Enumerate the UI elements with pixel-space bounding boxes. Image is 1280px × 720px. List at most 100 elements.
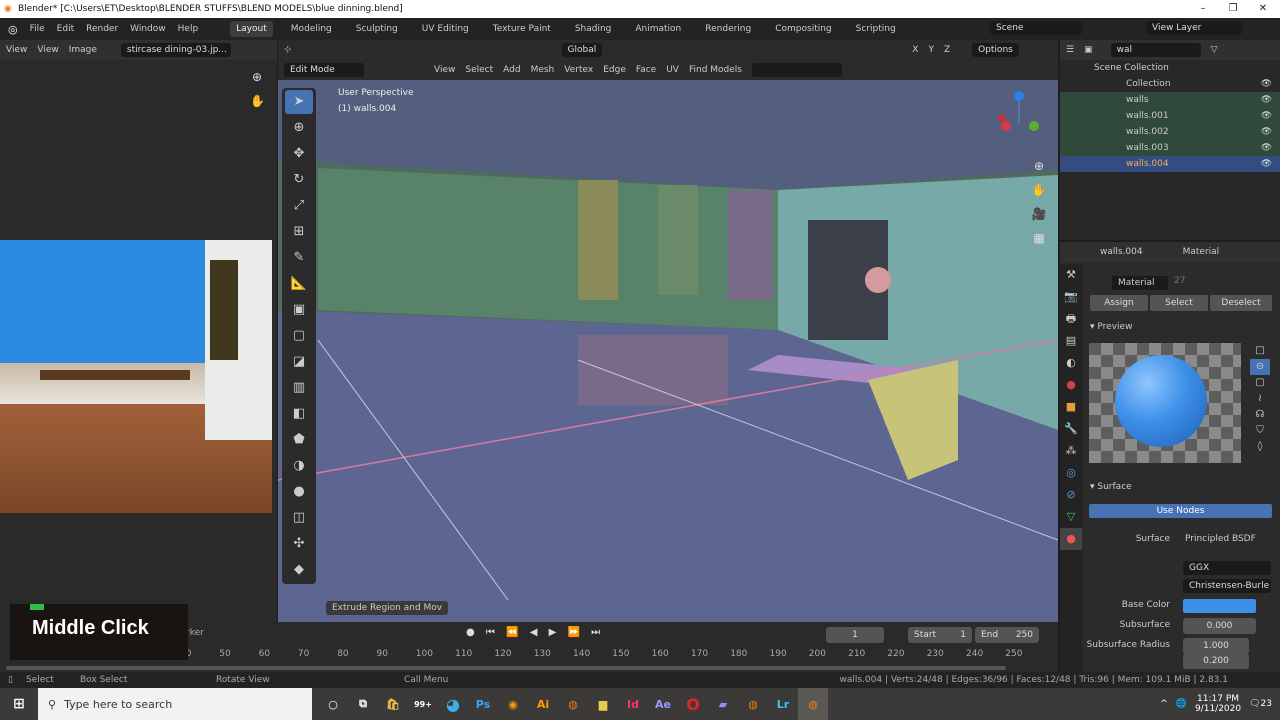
camera-icon[interactable]: 🎥 bbox=[1030, 202, 1048, 226]
visibility-eye-icon[interactable]: 👁 bbox=[1261, 124, 1272, 140]
find-models-menu[interactable]: Find Models bbox=[689, 65, 742, 75]
rotate-tool-icon[interactable]: ↻ bbox=[285, 168, 313, 192]
opera-icon[interactable]: O bbox=[678, 688, 708, 720]
task-view-icon[interactable]: ⧉ bbox=[348, 688, 378, 720]
subsurface-radius-y[interactable]: 0.200 bbox=[1183, 653, 1249, 669]
move-tool-icon[interactable]: ✥ bbox=[285, 142, 313, 166]
axis-y[interactable]: Y bbox=[928, 45, 934, 55]
blender-menu-icon[interactable]: ◎ bbox=[8, 23, 18, 36]
options-dropdown[interactable]: Options bbox=[972, 43, 1019, 57]
surface-panel-header[interactable]: ▾ Surface bbox=[1090, 482, 1132, 492]
scale-tool-icon[interactable]: ⤢ bbox=[285, 194, 313, 218]
menu-add[interactable]: Add bbox=[503, 65, 520, 75]
surface-shader-selector[interactable]: Principled BSDF bbox=[1185, 534, 1256, 544]
menu-edge[interactable]: Edge bbox=[603, 65, 626, 75]
base-color-swatch[interactable] bbox=[1183, 599, 1256, 613]
loopcut-tool-icon[interactable]: ▥ bbox=[285, 376, 313, 400]
filter-icon[interactable]: ▽ bbox=[1211, 45, 1218, 55]
outliner-item-selected[interactable]: walls.004 👁 bbox=[1060, 156, 1280, 172]
blender-icon-2[interactable]: ◍ bbox=[738, 688, 768, 720]
taskbar-search-box[interactable]: ⚲ Type here to search bbox=[38, 688, 312, 720]
smooth-tool-icon[interactable]: ● bbox=[285, 480, 313, 504]
edge-icon[interactable]: ◕ bbox=[438, 688, 468, 720]
image-name-field[interactable]: stircase dining-03.jp... bbox=[120, 43, 231, 57]
tray-chevron-icon[interactable]: ^ bbox=[1160, 699, 1168, 709]
tab-texture-paint[interactable]: Texture Paint bbox=[487, 21, 557, 37]
object-tab-icon[interactable]: ■ bbox=[1060, 396, 1082, 418]
select-button[interactable]: Select bbox=[1150, 295, 1208, 311]
particles-tab-icon[interactable]: ⁂ bbox=[1060, 440, 1082, 462]
scene-tab-icon[interactable]: ◐ bbox=[1060, 352, 1082, 374]
menu-face[interactable]: Face bbox=[636, 65, 656, 75]
orientation-dropdown[interactable]: Global bbox=[561, 43, 603, 57]
tab-shading[interactable]: Shading bbox=[569, 21, 618, 37]
fluid-preview-icon[interactable]: ◊ bbox=[1250, 439, 1270, 455]
measure-tool-icon[interactable]: 📐 bbox=[285, 272, 313, 296]
windows-start-icon[interactable]: ⊞ bbox=[0, 688, 38, 720]
menu-view[interactable]: View bbox=[434, 65, 455, 75]
zoom-icon[interactable]: ⊕ bbox=[1030, 154, 1048, 178]
subsurface-field[interactable]: 0.000 bbox=[1183, 618, 1256, 634]
menu-image[interactable]: Image bbox=[69, 45, 97, 55]
menu-vertex[interactable]: Vertex bbox=[564, 65, 593, 75]
spin-tool-icon[interactable]: ◑ bbox=[285, 454, 313, 478]
timeline-scrollbar[interactable] bbox=[6, 666, 1006, 670]
photoshop-icon[interactable]: Ps bbox=[468, 688, 498, 720]
tab-modeling[interactable]: Modeling bbox=[285, 21, 338, 37]
start-frame-field[interactable]: Start 1 bbox=[908, 627, 972, 643]
inset-tool-icon[interactable]: ▢ bbox=[285, 324, 313, 348]
render-tab-icon[interactable]: 📷 bbox=[1060, 286, 1082, 308]
tab-rendering[interactable]: Rendering bbox=[699, 21, 757, 37]
premiere-icon[interactable]: ▰ bbox=[708, 688, 738, 720]
grid-icon[interactable]: ▦ bbox=[1030, 226, 1048, 250]
shrink-tool-icon[interactable]: ✣ bbox=[285, 532, 313, 556]
select-tool-icon[interactable]: ➤ bbox=[285, 90, 313, 114]
material-slot-field[interactable]: Material bbox=[1112, 276, 1168, 290]
mail-icon[interactable]: 99+ bbox=[408, 688, 438, 720]
outliner-item[interactable]: walls.003 👁 bbox=[1060, 140, 1280, 156]
menu-render[interactable]: Render bbox=[86, 24, 118, 34]
after-effects-icon[interactable]: Ae bbox=[648, 688, 678, 720]
shear-tool-icon[interactable]: ◆ bbox=[285, 558, 313, 582]
extrude-tool-icon[interactable]: ▣ bbox=[285, 298, 313, 322]
outliner-display-icon[interactable]: ☰ bbox=[1066, 45, 1074, 55]
menu-file[interactable]: File bbox=[30, 24, 45, 34]
edge-slide-tool-icon[interactable]: ◫ bbox=[285, 506, 313, 530]
scene-collection-row[interactable]: Scene Collection bbox=[1060, 60, 1280, 76]
tab-animation[interactable]: Animation bbox=[629, 21, 687, 37]
polybuild-tool-icon[interactable]: ⬟ bbox=[285, 428, 313, 452]
notification-icon[interactable]: 🗨23 bbox=[1249, 699, 1272, 709]
menu-view[interactable]: View bbox=[37, 45, 58, 55]
cursor-tool-icon[interactable]: ⊕ bbox=[285, 116, 313, 140]
viewport-search-input[interactable] bbox=[751, 63, 842, 77]
menu-window[interactable]: Window bbox=[130, 24, 166, 34]
annotate-tool-icon[interactable]: ✎ bbox=[285, 246, 313, 270]
tab-layout[interactable]: Layout bbox=[230, 21, 273, 37]
subsurface-method-dropdown[interactable]: Christensen-Burle bbox=[1183, 579, 1271, 593]
clock[interactable]: 11:17 PM 9/11/2020 bbox=[1195, 694, 1241, 714]
file-explorer-icon[interactable]: ▆ bbox=[588, 688, 618, 720]
bevel-tool-icon[interactable]: ◪ bbox=[285, 350, 313, 374]
pan-hand-icon[interactable]: ✋ bbox=[1030, 178, 1048, 202]
use-nodes-button[interactable]: Use Nodes bbox=[1089, 504, 1272, 518]
preview-panel-header[interactable]: ▾ Preview bbox=[1090, 322, 1132, 332]
chrome-icon[interactable]: ◉ bbox=[498, 688, 528, 720]
output-tab-icon[interactable]: 🖶 bbox=[1060, 308, 1082, 330]
distribution-dropdown[interactable]: GGX bbox=[1183, 561, 1271, 575]
cloth-preview-icon[interactable]: ⛉ bbox=[1250, 423, 1270, 439]
deselect-button[interactable]: Deselect bbox=[1210, 295, 1272, 311]
constraints-tab-icon[interactable]: ⊘ bbox=[1060, 484, 1082, 506]
axis-z[interactable]: Z bbox=[944, 45, 950, 55]
tool-tab-icon[interactable]: ⚒ bbox=[1060, 264, 1082, 286]
network-icon[interactable]: 🌐 bbox=[1176, 699, 1187, 709]
visibility-eye-icon[interactable]: 👁 bbox=[1261, 140, 1272, 156]
visibility-eye-icon[interactable]: 👁 bbox=[1261, 76, 1272, 92]
view-layer-tab-icon[interactable]: ▤ bbox=[1060, 330, 1082, 352]
filter-view-icon[interactable]: ▣ bbox=[1084, 45, 1093, 55]
subsurface-radius-x[interactable]: 1.000 bbox=[1183, 638, 1249, 654]
store-icon[interactable]: 🛍 bbox=[378, 688, 408, 720]
editor-view-dropdown[interactable]: View bbox=[6, 45, 27, 55]
modifier-tab-icon[interactable]: 🔧 bbox=[1060, 418, 1082, 440]
cube-preview-icon[interactable]: ▢ bbox=[1250, 375, 1270, 391]
menu-help[interactable]: Help bbox=[178, 24, 199, 34]
